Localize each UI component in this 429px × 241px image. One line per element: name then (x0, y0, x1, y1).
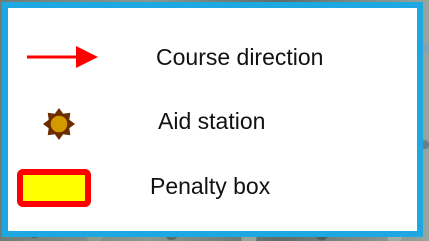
legend-item-penalty-box: Penalty box (8, 168, 417, 208)
legend-item-aid-station: Aid station (8, 103, 417, 143)
sunburst-icon (43, 108, 75, 140)
legend-label-penalty-box: Penalty box (150, 173, 271, 199)
red-arrow-icon (27, 46, 98, 68)
legend-label-aid-station: Aid station (158, 108, 266, 134)
map-legend: Course direction Aid station Penalty box (2, 2, 423, 237)
legend-label-course-direction: Course direction (156, 44, 324, 70)
legend-item-course-direction: Course direction (8, 37, 417, 77)
penalty-box-icon (17, 169, 91, 207)
